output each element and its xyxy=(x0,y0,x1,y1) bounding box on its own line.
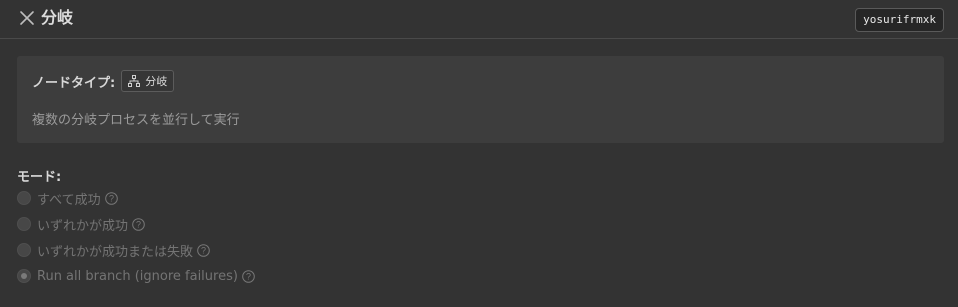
svg-text:?: ? xyxy=(136,219,141,229)
node-type-row: ノードタイプ: 分岐 xyxy=(32,70,175,92)
close-button[interactable] xyxy=(17,8,37,28)
option-label: いずれかが成功 xyxy=(37,218,129,234)
option-label: すべて成功 xyxy=(37,192,101,208)
node-id-badge[interactable]: yosurifrmxk xyxy=(855,8,944,32)
node-config-panel: 分岐 yosurifrmxk ノードタイプ: 分岐 複数の分岐プロセスを並行して… xyxy=(0,0,958,307)
svg-text:?: ? xyxy=(109,193,114,203)
radio-all-success[interactable] xyxy=(17,191,31,205)
node-type-value: 分岐 xyxy=(145,75,168,88)
help-icon[interactable]: ? xyxy=(242,269,255,283)
mode-label: モード: xyxy=(17,170,62,185)
help-icon[interactable]: ? xyxy=(197,243,210,257)
node-type-label: ノードタイプ: xyxy=(32,75,116,91)
mode-option-any-success-or-failure[interactable]: いずれかが成功または失敗 ? xyxy=(17,241,255,260)
panel-header: 分岐 yosurifrmxk xyxy=(0,0,958,39)
close-icon xyxy=(20,11,34,25)
mode-radio-group: すべて成功 ? いずれかが成功 ? いずれかが成功または失敗 ? Run all… xyxy=(17,189,255,293)
radio-run-all[interactable] xyxy=(17,269,31,283)
mode-option-run-all[interactable]: Run all branch (ignore failures) ? xyxy=(17,267,255,285)
help-icon[interactable]: ? xyxy=(132,217,145,231)
radio-any-success[interactable] xyxy=(17,217,31,231)
option-label: Run all branch (ignore failures) xyxy=(37,268,238,284)
svg-text:?: ? xyxy=(201,245,206,255)
node-description: 複数の分岐プロセスを並行して実行 xyxy=(32,113,240,128)
panel-title: 分岐 xyxy=(41,8,74,27)
branch-icon xyxy=(128,75,141,87)
help-icon[interactable]: ? xyxy=(104,191,118,205)
mode-option-all-success[interactable]: すべて成功 ? xyxy=(17,189,255,208)
svg-text:?: ? xyxy=(246,271,251,281)
mode-option-any-success[interactable]: いずれかが成功 ? xyxy=(17,215,255,234)
node-type-badge: 分岐 xyxy=(121,70,175,92)
option-label: いずれかが成功または失敗 xyxy=(37,244,194,260)
node-info-box: ノードタイプ: 分岐 複数の分岐プロセスを並行して実行 xyxy=(17,56,944,143)
radio-any-success-or-failure[interactable] xyxy=(17,243,31,257)
